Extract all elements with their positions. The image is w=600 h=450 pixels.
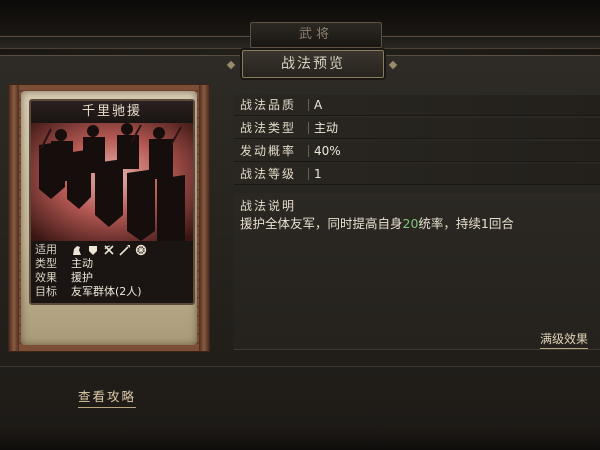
attr-value: 1 (314, 167, 322, 181)
shield-icon (87, 244, 99, 256)
skill-preview-screen: 武将 战法预览 千里驰援 适用 类型 主动 效果 援护 目标 友军群体(2人) … (0, 0, 600, 450)
info-key: 适用 (35, 243, 57, 256)
description-text: 援护全体友军，同时提高自身20统率，持续1回合 (240, 215, 594, 233)
divider (380, 36, 600, 37)
bottom-bar (0, 428, 600, 450)
card-frame: 千里驰援 适用 类型 主动 效果 援护 目标 友军群体(2人) (8, 84, 210, 352)
info-key: 效果 (35, 271, 57, 284)
cavalry-icon (71, 244, 83, 256)
frame-side (9, 85, 19, 351)
divider (308, 168, 309, 180)
attr-row-type: 战法类型 主动 (234, 118, 600, 139)
card-info: 适用 类型 主动 效果 援护 目标 友军群体(2人) (35, 243, 191, 299)
max-level-effect-link[interactable]: 满级效果 (540, 330, 589, 349)
divider (308, 99, 309, 111)
attr-label: 战法等级 (240, 167, 297, 181)
wheel-icon (135, 244, 147, 256)
attr-row-quality: 战法品质 A (234, 95, 600, 116)
divider (308, 122, 309, 134)
info-row-target: 目标 友军群体(2人) (35, 285, 191, 299)
panel-title: 战法预览 (242, 50, 384, 78)
crossed-bows-icon (103, 244, 115, 256)
outer-title: 武将 (250, 22, 382, 48)
frame-side (199, 85, 209, 351)
divider (308, 145, 309, 157)
attr-value: A (314, 98, 323, 112)
attr-label: 战法品质 (240, 98, 297, 112)
description-title: 战法说明 (240, 199, 297, 213)
view-guide-link[interactable]: 查看攻略 (78, 386, 137, 408)
attr-label: 战法类型 (240, 121, 297, 135)
info-row-type: 类型 主动 (35, 257, 191, 271)
attr-row-level: 战法等级 1 (234, 164, 600, 185)
skill-name: 千里驰援 (31, 101, 193, 124)
skill-description: 战法说明 援护全体友军，同时提高自身20统率，持续1回合 (234, 193, 600, 350)
skill-art (31, 123, 193, 241)
divider (0, 366, 600, 367)
description-highlight: 20 (402, 216, 419, 231)
info-key: 类型 (35, 257, 57, 270)
info-key: 目标 (35, 285, 57, 298)
attr-label: 发动概率 (240, 144, 297, 158)
info-value: 援护 (71, 271, 93, 284)
skill-card[interactable]: 千里驰援 适用 类型 主动 效果 援护 目标 友军群体(2人) (29, 99, 195, 305)
info-value: 友军群体(2人) (71, 285, 142, 298)
spear-icon (119, 244, 131, 256)
info-value: 主动 (71, 257, 93, 270)
divider (0, 36, 250, 37)
description-text-part: 援护全体友军，同时提高自身 (240, 216, 403, 231)
applicable-icons (71, 243, 147, 257)
attr-row-probability: 发动概率 40% (234, 141, 600, 162)
skill-attributes: 战法品质 A 战法类型 主动 发动概率 40% 战法等级 1 (234, 95, 600, 187)
attr-value: 主动 (314, 121, 339, 135)
info-row-applicable: 适用 (35, 243, 191, 257)
attr-value: 40% (314, 144, 341, 158)
description-text-part: 统率，持续1回合 (418, 216, 514, 231)
info-row-effect: 效果 援护 (35, 271, 191, 285)
